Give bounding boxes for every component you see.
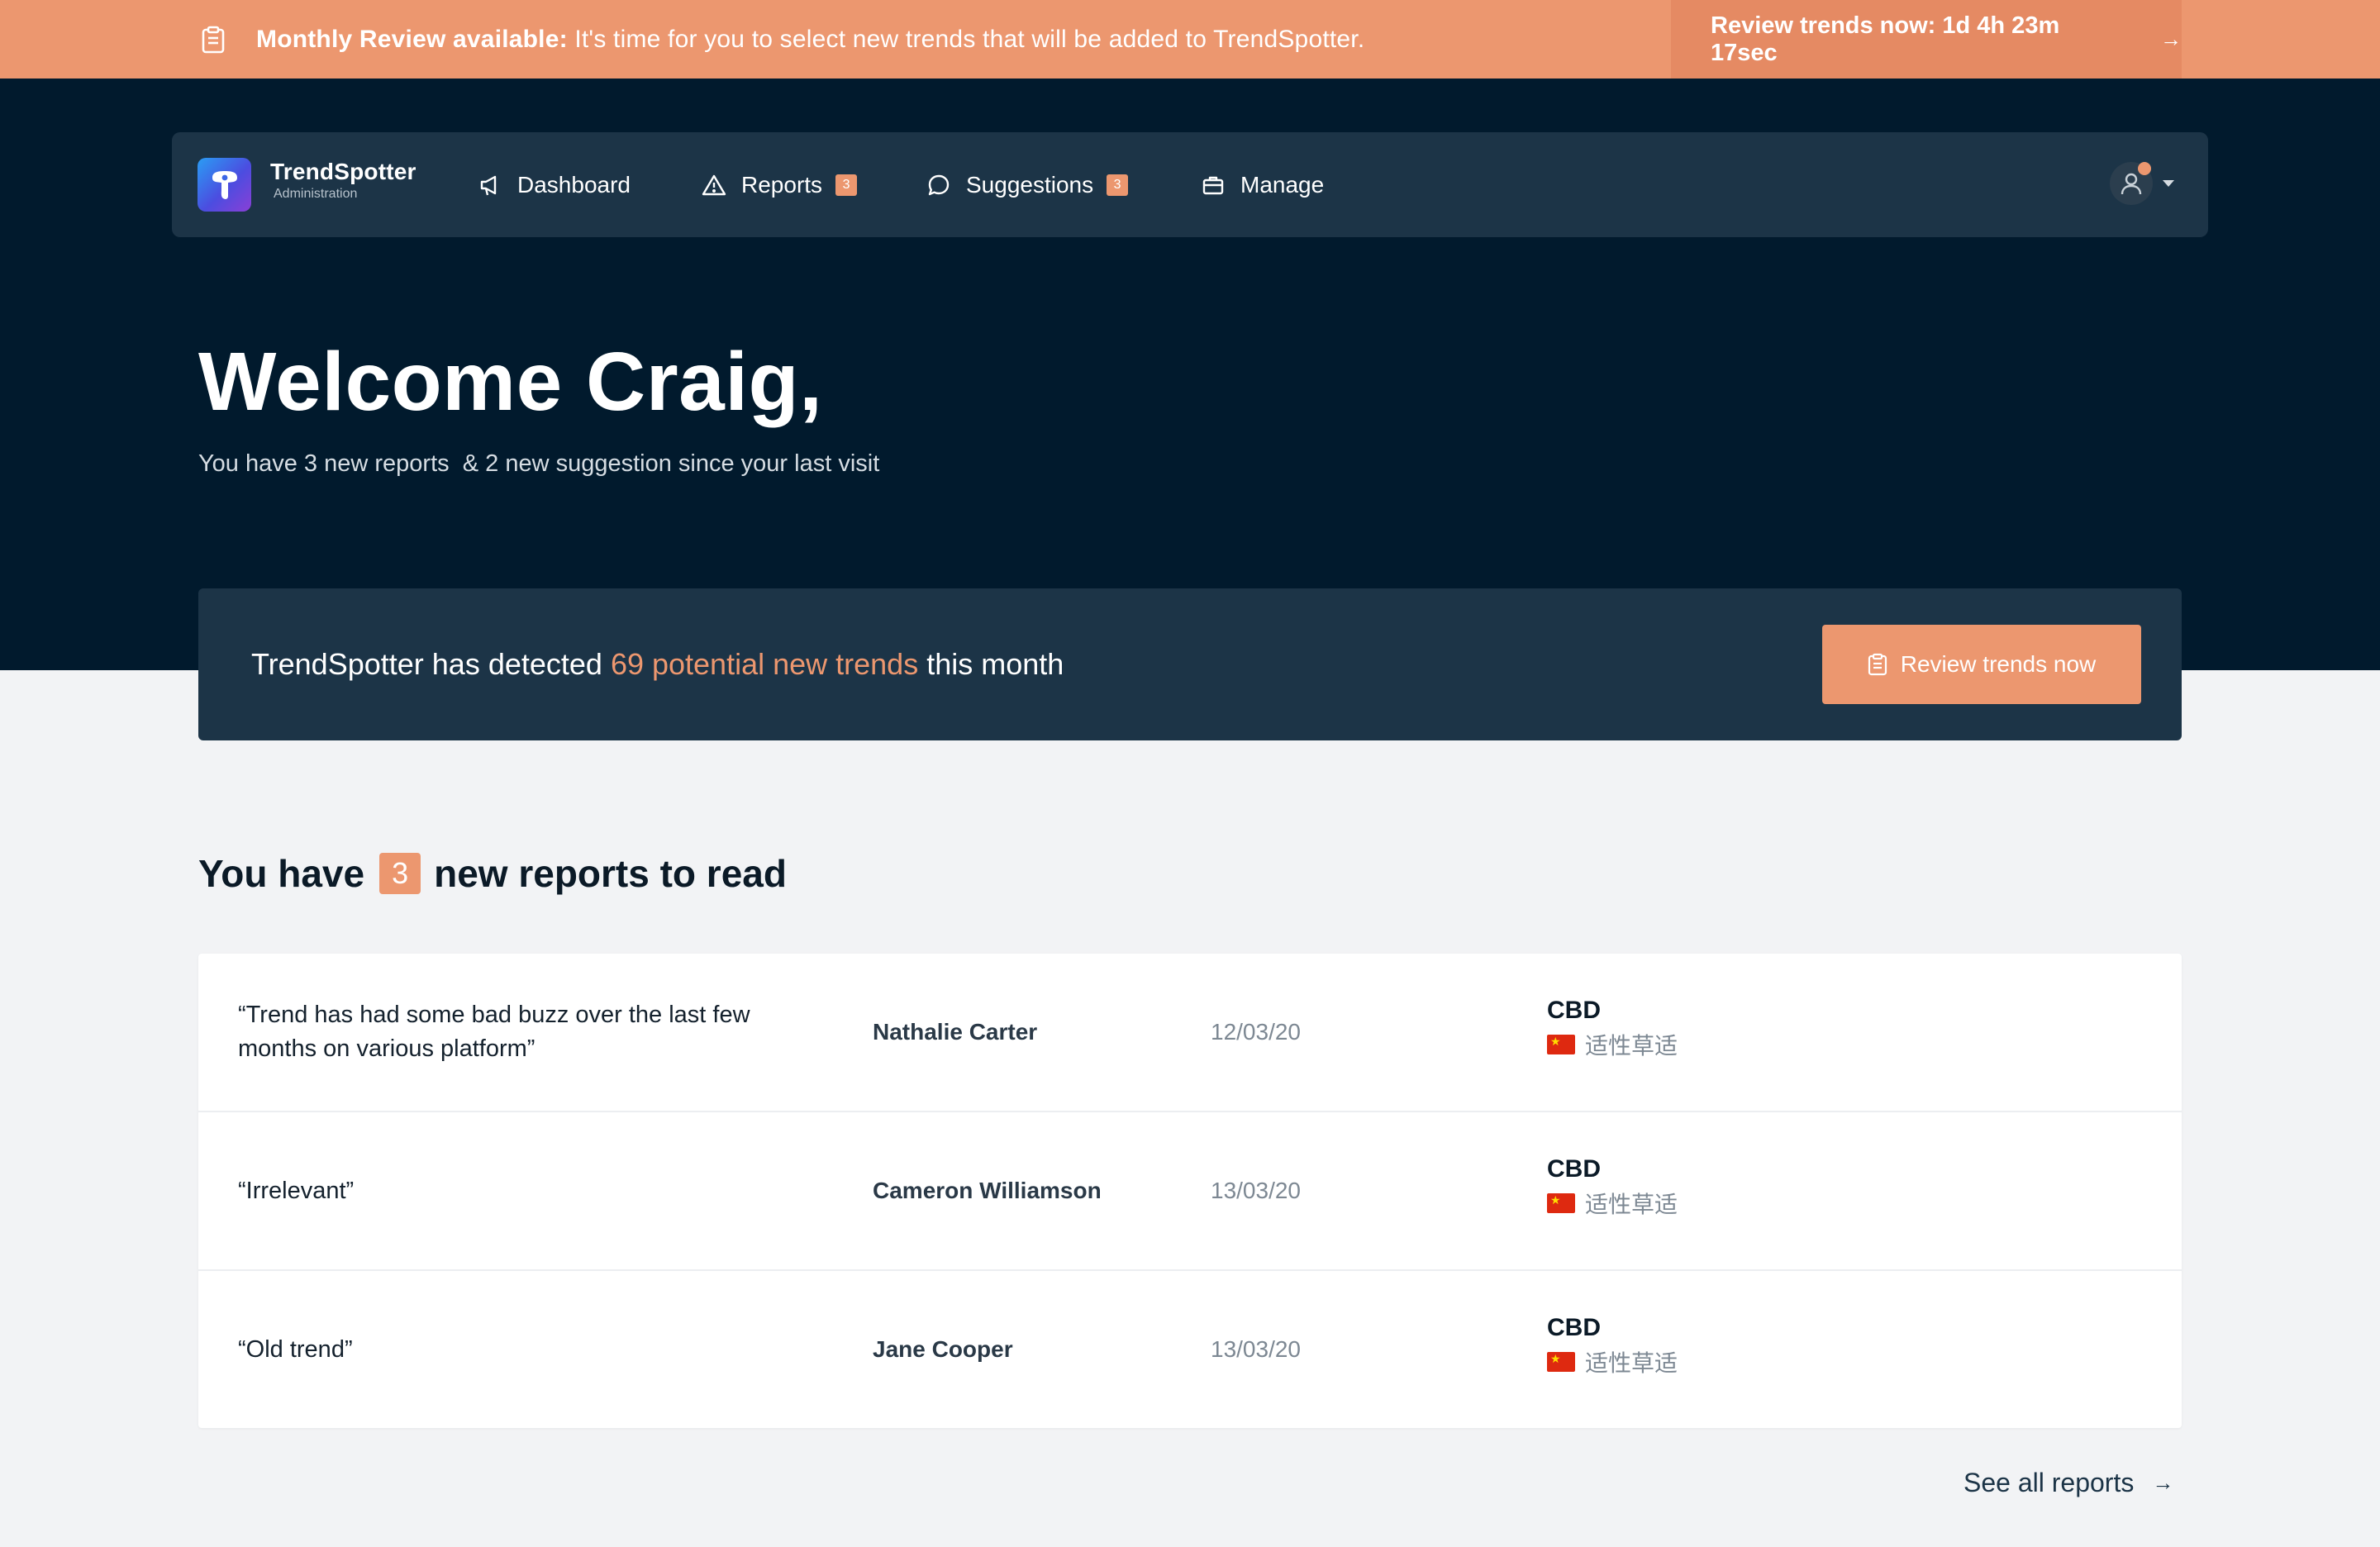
megaphone-icon — [478, 173, 502, 198]
top-navigation: TrendSpotter Administration Dashboard Re… — [172, 132, 2208, 237]
table-row[interactable]: “Trend has had some bad buzz over the la… — [198, 954, 2182, 1112]
report-trend: CBD 适性草适 — [1547, 1155, 1678, 1220]
banner-message: Monthly Review available: It's time for … — [256, 26, 1364, 54]
avatar — [2110, 162, 2153, 205]
clipboard-icon — [198, 25, 228, 55]
nav-manage[interactable]: Manage — [1201, 132, 1324, 237]
table-row[interactable]: “Irrelevant” Cameron Williamson 13/03/20… — [198, 1112, 2182, 1271]
clipboard-icon — [1868, 653, 1887, 676]
brand-subtitle: Administration — [274, 187, 358, 201]
reports-table: “Trend has had some bad buzz over the la… — [198, 954, 2182, 1428]
review-trends-label: Review trends now — [1900, 651, 2097, 677]
report-author: Nathalie Carter — [873, 1019, 1038, 1045]
see-all-label: See all reports — [1963, 1468, 2135, 1497]
china-flag-icon — [1547, 1352, 1575, 1372]
user-menu[interactable] — [2110, 162, 2174, 205]
nav-reports[interactable]: Reports 3 — [702, 132, 858, 237]
china-flag-icon — [1547, 1035, 1575, 1054]
trends-detected-message: TrendSpotter has detected 69 potential n… — [251, 588, 1064, 740]
report-trend: CBD 适性草适 — [1547, 997, 1678, 1061]
trends-detected-card: TrendSpotter has detected 69 potential n… — [198, 588, 2182, 740]
reports-heading-prefix: You have — [198, 852, 365, 895]
nav-reports-label: Reports — [741, 171, 823, 198]
arrow-right-icon: → — [2152, 1470, 2174, 1495]
nav-suggestions[interactable]: Suggestions 3 — [926, 132, 1129, 237]
briefcase-icon — [1201, 173, 1226, 198]
nav-dashboard-label: Dashboard — [517, 171, 631, 198]
review-countdown-button[interactable]: Review trends now: 1d 4h 23m 17sec → — [1671, 0, 2182, 79]
reports-heading: You have 3 new reports to read — [198, 851, 787, 896]
detect-highlight: 69 potential new trends — [610, 647, 919, 681]
china-flag-icon — [1547, 1193, 1575, 1213]
trend-local-name: 适性草适 — [1585, 1192, 1678, 1217]
nav-manage-label: Manage — [1240, 171, 1325, 198]
detect-suffix: this month — [918, 647, 1064, 681]
table-row[interactable]: “Old trend” Jane Cooper 13/03/20 CBD 适性草… — [198, 1271, 2182, 1428]
report-quote: “Irrelevant” — [238, 1177, 355, 1204]
countdown-label: Review trends now: 1d 4h 23m 17sec — [1711, 12, 2060, 66]
banner-body: It's time for you to select new trends t… — [567, 25, 1365, 53]
brand-name: TrendSpotter — [270, 159, 416, 184]
report-author: Jane Cooper — [873, 1336, 1013, 1362]
nav-dashboard[interactable]: Dashboard — [478, 132, 631, 237]
reports-heading-suffix: new reports to read — [434, 852, 787, 895]
review-trends-button[interactable]: Review trends now — [1822, 625, 2141, 704]
trend-name: CBD — [1547, 1314, 1601, 1341]
report-quote: “Trend has had some bad buzz over the la… — [238, 1002, 750, 1062]
trend-local-name: 适性草适 — [1585, 1033, 1678, 1059]
report-quote: “Old trend” — [238, 1335, 353, 1363]
welcome-subtitle: You have 3 new reports & 2 new suggestio… — [198, 450, 880, 477]
trendspotter-logo-icon[interactable] — [198, 158, 251, 212]
arrow-right-icon: → — [2160, 26, 2182, 51]
trend-local-name: 适性草适 — [1585, 1350, 1678, 1376]
nav-suggestions-label: Suggestions — [966, 171, 1094, 198]
suggestions-count-badge: 3 — [1107, 174, 1129, 196]
detect-prefix: TrendSpotter has detected — [251, 647, 611, 681]
report-trend: CBD 适性草适 — [1547, 1314, 1678, 1378]
notification-dot — [2138, 162, 2151, 175]
chat-bubble-icon — [926, 173, 951, 198]
trend-name: CBD — [1547, 997, 1601, 1024]
report-date: 13/03/20 — [1211, 1336, 1301, 1362]
reports-count-badge: 3 — [379, 853, 421, 894]
brand: TrendSpotter Administration — [270, 159, 416, 202]
see-all-reports-link[interactable]: See all reports → — [1963, 1468, 2173, 1498]
review-banner: Monthly Review available: It's time for … — [0, 0, 2380, 79]
report-author: Cameron Williamson — [873, 1178, 1102, 1203]
warning-icon — [702, 173, 726, 198]
chevron-down-icon — [2163, 180, 2174, 187]
welcome-heading: Welcome Craig, — [198, 336, 823, 428]
banner-title: Monthly Review available: — [256, 25, 568, 53]
reports-count-badge: 3 — [835, 174, 858, 196]
report-date: 12/03/20 — [1211, 1019, 1301, 1045]
trend-name: CBD — [1547, 1155, 1601, 1183]
report-date: 13/03/20 — [1211, 1178, 1301, 1203]
